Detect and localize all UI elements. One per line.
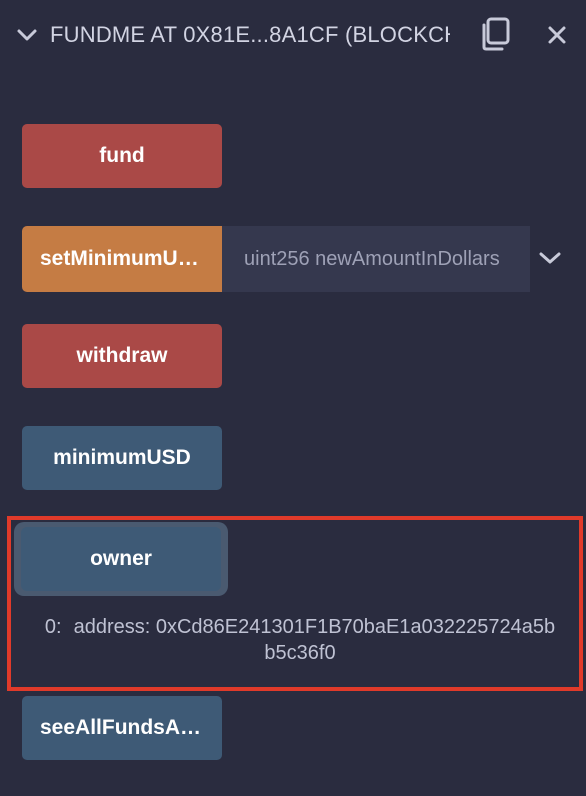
- see-all-funds-button[interactable]: seeAllFundsAmount: [22, 696, 222, 760]
- minimum-usd-label: minimumUSD: [53, 446, 191, 469]
- fund-button[interactable]: fund: [22, 124, 222, 188]
- owner-button-label: owner: [90, 547, 152, 570]
- contract-title: FUNDME AT 0X81E...8A1CF (BLOCKCHAIN): [50, 22, 450, 47]
- owner-result-index: 0:: [44, 616, 62, 638]
- new-amount-placeholder: uint256 newAmountInDollars: [244, 247, 500, 270]
- fund-button-label: fund: [99, 144, 145, 167]
- minimum-usd-button[interactable]: minimumUSD: [22, 426, 222, 490]
- new-amount-input[interactable]: uint256 newAmountInDollars: [222, 226, 530, 292]
- withdraw-button-label: withdraw: [76, 344, 168, 367]
- see-all-funds-label: seeAllFundsAmount: [40, 716, 204, 739]
- owner-result: 0: address: 0xCd86E241301F1B70baE1a032225…: [40, 614, 560, 666]
- set-minimum-usd-button[interactable]: setMinimumUSD: [22, 226, 222, 292]
- owner-button-frame[interactable]: owner: [14, 522, 228, 596]
- chevron-down-icon[interactable]: [538, 248, 562, 268]
- contract-header: FUNDME AT 0X81E...8A1CF (BLOCKCHAIN): [0, 0, 586, 70]
- chevron-down-icon[interactable]: [16, 24, 38, 46]
- close-icon[interactable]: [546, 24, 568, 46]
- copy-icon[interactable]: [478, 16, 512, 52]
- set-minimum-usd-label: setMinimumUSD: [40, 247, 204, 270]
- owner-button[interactable]: owner: [21, 527, 221, 591]
- withdraw-button[interactable]: withdraw: [22, 324, 222, 388]
- owner-result-value: address: 0xCd86E241301F1B70baE1a03222572…: [73, 616, 556, 664]
